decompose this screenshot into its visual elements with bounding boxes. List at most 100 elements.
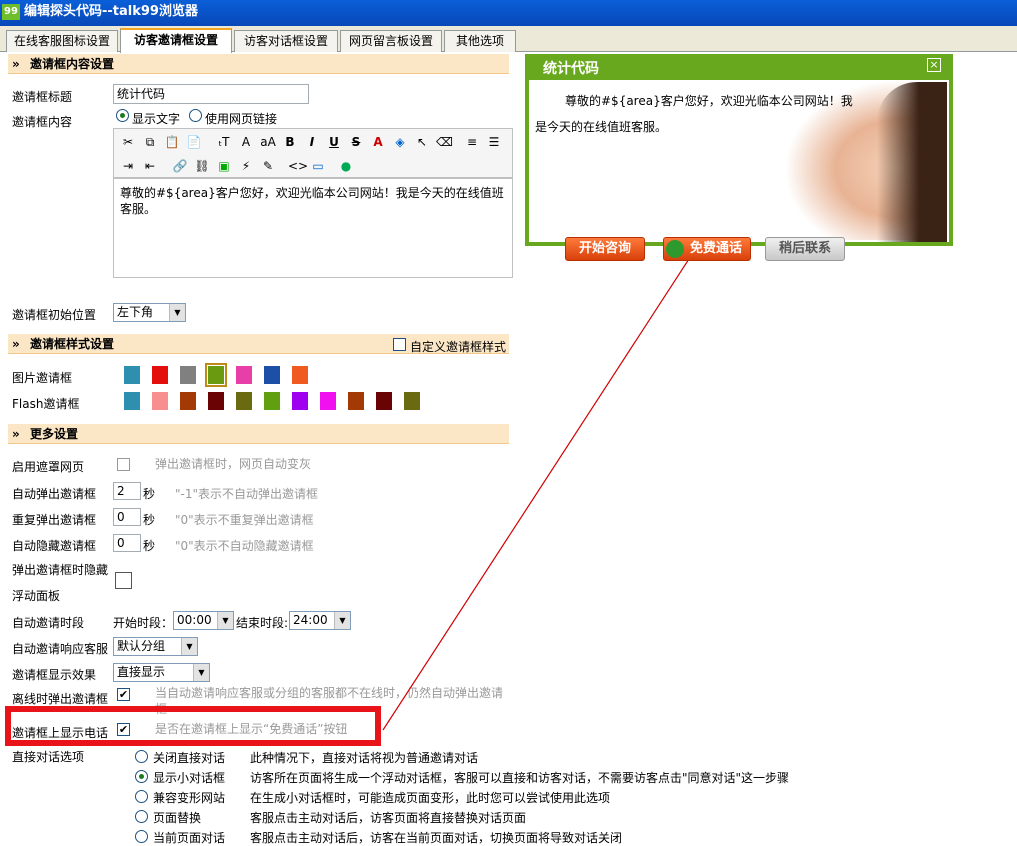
chevron-down-icon: ▼: [181, 638, 197, 655]
effect-value: 直接显示: [117, 665, 166, 679]
auto-popup-input[interactable]: 2: [113, 482, 141, 500]
auto-popup-label: 自动弹出邀请框: [12, 487, 97, 501]
flash-swatch[interactable]: [208, 392, 224, 410]
image-invite-label: 图片邀请框: [12, 371, 73, 385]
repeat-input[interactable]: 0: [113, 508, 141, 526]
flash-swatch[interactable]: [320, 392, 336, 410]
flash-icon[interactable]: ⚡: [238, 158, 254, 174]
close-icon[interactable]: ×: [927, 58, 941, 72]
window-title-bar: 99 编辑探头代码--talk99浏览器: [0, 0, 1017, 26]
list-icon[interactable]: ☰: [486, 134, 502, 150]
italic-icon[interactable]: I: [304, 134, 320, 150]
direct-option-radio[interactable]: [135, 770, 148, 783]
edit-icon[interactable]: ✎: [260, 158, 276, 174]
paste-text-icon[interactable]: 📄: [186, 134, 202, 150]
image-swatch[interactable]: [264, 366, 280, 384]
image-swatch[interactable]: [180, 366, 196, 384]
direct-option-radio[interactable]: [135, 810, 148, 823]
radio-show-text[interactable]: [116, 109, 129, 122]
position-select-value: 左下角: [117, 305, 154, 319]
tab-icon-settings[interactable]: 在线客服图标设置: [6, 30, 118, 52]
section-more-header: » 更多设置: [8, 424, 509, 444]
response-select[interactable]: 默认分组 ▼: [113, 637, 198, 656]
repeat-label: 重复弹出邀请框: [12, 513, 97, 527]
direct-option-radio[interactable]: [135, 750, 148, 763]
direct-option-label: 当前页面对话: [153, 831, 226, 845]
invite-preview: 统计代码 × 尊敬的#${area}客户您好，欢迎光临本公司网站！我是今天的在线…: [525, 54, 953, 261]
effect-label: 邀请框显示效果: [12, 668, 97, 682]
flash-swatch[interactable]: [180, 392, 196, 410]
cut-icon[interactable]: ✂: [120, 134, 136, 150]
source-code-icon[interactable]: <>: [288, 158, 308, 174]
highlight-color-icon[interactable]: ◈: [392, 134, 408, 150]
direct-option-desc: 此种情况下，直接对话将视为普通邀请对话: [250, 751, 479, 765]
section-style-title: 邀请框样式设置: [30, 337, 115, 351]
mask-label: 启用遮罩网页: [12, 460, 85, 474]
tab-dialog-settings[interactable]: 访客对话框设置: [234, 30, 338, 52]
image-swatch[interactable]: [205, 363, 227, 387]
hide-float-label-2: 浮动面板: [12, 589, 61, 603]
content-editor[interactable]: 尊敬的#${area}客户您好，欢迎光临本公司网站！我是今天的在线值班客服。: [113, 178, 513, 278]
auto-hide-input[interactable]: 0: [113, 534, 141, 552]
flash-swatch[interactable]: [404, 392, 420, 410]
eraser-icon[interactable]: ⌫: [436, 134, 453, 150]
select-icon[interactable]: ↖: [414, 134, 430, 150]
custom-style-checkbox[interactable]: [393, 338, 406, 351]
radio-show-text-label: 显示文字: [132, 112, 181, 126]
flash-swatch[interactable]: [152, 392, 168, 410]
bold-icon[interactable]: B: [282, 134, 298, 150]
flash-swatch[interactable]: [236, 392, 252, 410]
start-consult-button[interactable]: 开始咨询: [565, 237, 645, 261]
flash-invite-label: Flash邀请框: [12, 397, 80, 411]
preview-icon[interactable]: ▭: [310, 158, 326, 174]
direct-label: 直接对话选项: [12, 750, 85, 764]
start-time-select[interactable]: 00:00 ▼: [173, 611, 234, 630]
font-color-icon[interactable]: A: [238, 134, 254, 150]
contact-later-button[interactable]: 稍后联系: [765, 237, 845, 261]
end-time-select[interactable]: 24:00 ▼: [289, 611, 351, 630]
effect-select[interactable]: 直接显示 ▼: [113, 663, 210, 682]
strikethrough-icon[interactable]: S: [348, 134, 364, 150]
tab-message-settings[interactable]: 网页留言板设置: [340, 30, 442, 52]
direct-option-radio[interactable]: [135, 830, 148, 843]
unlink-icon[interactable]: ⛓: [194, 158, 210, 174]
start-time-label: 开始时段：: [113, 616, 174, 630]
preview-text: 尊敬的#${area}客户您好，欢迎光临本公司网站！我是今天的在线值班客服。: [535, 94, 853, 134]
image-swatch[interactable]: [292, 366, 308, 384]
image-icon[interactable]: ▣: [216, 158, 232, 174]
globe-icon[interactable]: ●: [338, 158, 354, 174]
copy-icon[interactable]: ⧉: [142, 134, 158, 150]
indent-icon[interactable]: ⇥: [120, 158, 136, 174]
image-swatch[interactable]: [152, 366, 168, 384]
flash-swatch[interactable]: [348, 392, 364, 410]
paste-icon[interactable]: 📋: [164, 134, 180, 150]
tab-invite-settings[interactable]: 访客邀请框设置: [120, 28, 232, 53]
free-call-button[interactable]: 免费通话: [663, 237, 751, 261]
font-size-icon[interactable]: ₜT: [216, 134, 232, 150]
custom-style-label: 自定义邀请框样式: [410, 340, 507, 354]
position-select[interactable]: 左下角 ▼: [113, 303, 186, 322]
image-swatch[interactable]: [236, 366, 252, 384]
mask-checkbox[interactable]: [117, 458, 130, 471]
outdent-icon[interactable]: ⇤: [142, 158, 158, 174]
response-label: 自动邀请响应客服: [12, 642, 109, 656]
title-input[interactable]: 统计代码: [113, 84, 309, 104]
flash-swatch[interactable]: [124, 392, 140, 410]
image-swatch[interactable]: [124, 366, 140, 384]
flash-swatch[interactable]: [264, 392, 280, 410]
radio-use-link[interactable]: [189, 109, 202, 122]
direct-option-radio[interactable]: [135, 790, 148, 803]
underline-icon[interactable]: U: [326, 134, 342, 150]
text-color-icon[interactable]: A: [370, 134, 386, 150]
app-icon: 99: [2, 4, 20, 20]
font-icon[interactable]: aA: [260, 134, 276, 150]
chevron-down-icon: ▼: [193, 664, 209, 681]
align-icon[interactable]: ≡: [464, 134, 480, 150]
link-icon[interactable]: 🔗: [172, 158, 188, 174]
flash-swatch[interactable]: [292, 392, 308, 410]
flash-swatch[interactable]: [376, 392, 392, 410]
offline-checkbox[interactable]: ✔: [117, 688, 130, 701]
hide-float-checkbox[interactable]: [115, 572, 132, 589]
chevron-down-icon: ▼: [217, 612, 233, 629]
tab-other-options[interactable]: 其他选项: [444, 30, 516, 52]
